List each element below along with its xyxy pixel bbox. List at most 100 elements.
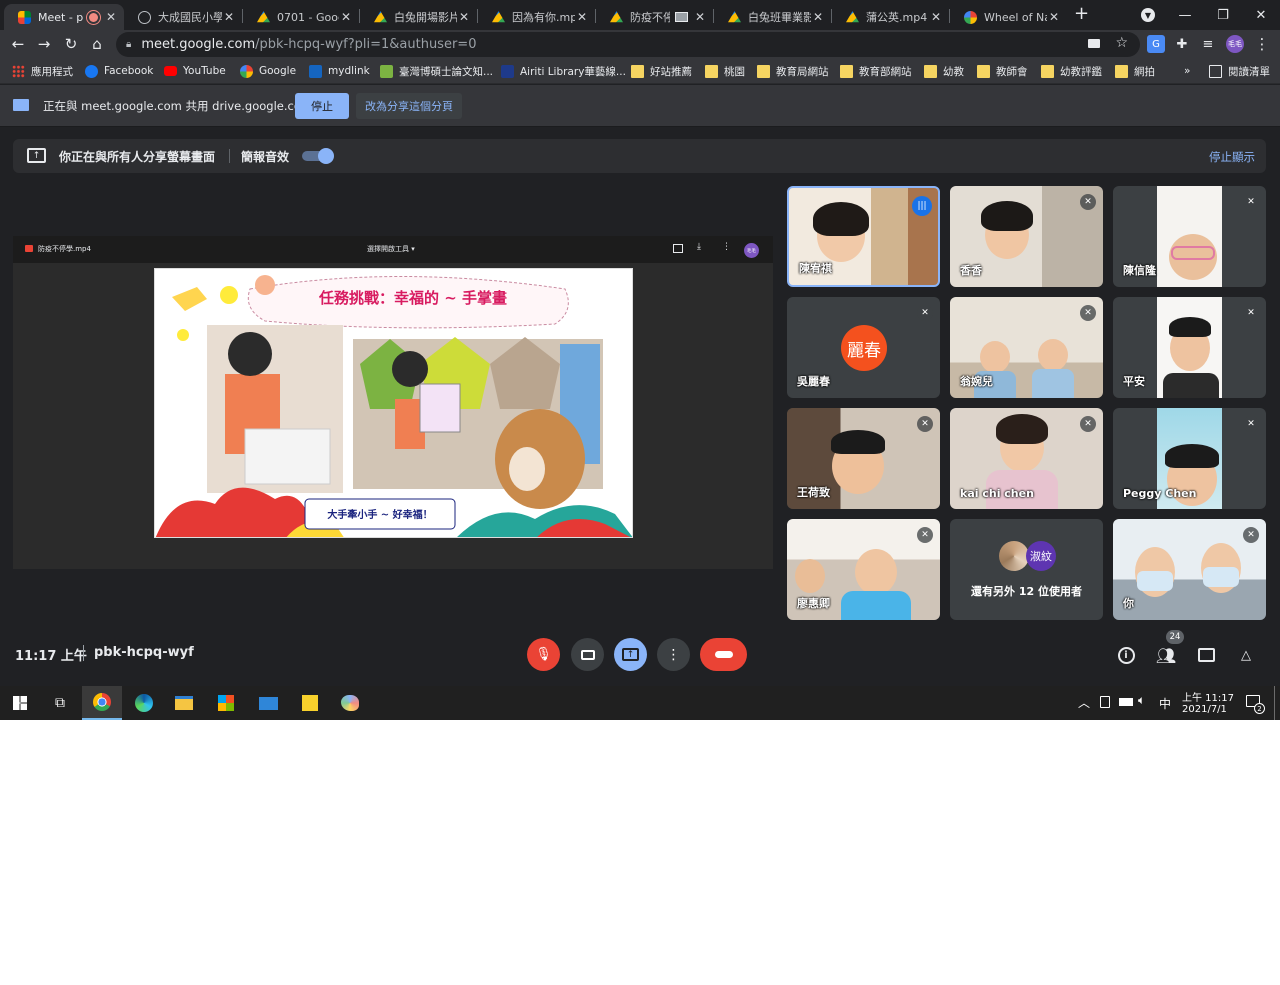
start-button[interactable] bbox=[0, 686, 40, 720]
close-tab-icon[interactable]: ✕ bbox=[222, 10, 236, 24]
present-now-button[interactable]: ↑ bbox=[614, 638, 647, 671]
bookmark-folder[interactable]: 好站推薦 bbox=[631, 63, 692, 79]
close-tab-icon[interactable]: ✕ bbox=[1047, 10, 1061, 24]
more-vert-icon[interactable]: ⋮ bbox=[722, 242, 731, 252]
download-icon[interactable]: ⤓ bbox=[697, 242, 701, 252]
stop-presenting-button[interactable]: 停止顯示 bbox=[1209, 149, 1255, 165]
share-this-tab-button[interactable]: 改為分享這個分頁 bbox=[356, 93, 462, 119]
maximize-button[interactable]: ❐ bbox=[1204, 0, 1242, 30]
participant-tile[interactable]: ||| 陳宥祺 bbox=[787, 186, 940, 287]
bookmark-apps[interactable]: 應用程式 bbox=[12, 63, 73, 79]
participant-tile[interactable]: ✕ 翁婉兒 bbox=[950, 297, 1103, 398]
chat-button[interactable] bbox=[1194, 643, 1218, 667]
bookmark-airiti[interactable]: Airiti Library華藝線... bbox=[501, 63, 626, 79]
participant-tile[interactable]: ✕ kai chi chen bbox=[950, 408, 1103, 509]
media-control-icon[interactable]: ≡ bbox=[1198, 34, 1218, 54]
tab-search-button[interactable]: ▼ bbox=[1129, 0, 1167, 30]
taskbar-store[interactable] bbox=[206, 686, 246, 720]
self-tile[interactable]: ✕ 你 bbox=[1113, 519, 1266, 620]
bookmark-thesis[interactable]: 臺灣博碩士論文知... bbox=[380, 63, 493, 79]
participant-tile[interactable]: ✕ Peggy Chen bbox=[1113, 408, 1266, 509]
participant-tile[interactable]: ✕ 廖惠卿 bbox=[787, 519, 940, 620]
microphone-button[interactable]: 🎙︎ bbox=[527, 638, 560, 671]
bookmark-google[interactable]: Google bbox=[240, 63, 296, 79]
tab-drive-because[interactable]: 因為有你.mp4 ✕ bbox=[478, 4, 595, 30]
address-bar[interactable]: 🔒︎ meet.google.com/pbk-hcpq-wyf?pli=1&au… bbox=[116, 32, 1140, 57]
open-with-dropdown[interactable]: 選擇開啟工具 ▾ bbox=[367, 244, 415, 254]
more-options-button[interactable]: ⋮ bbox=[657, 638, 690, 671]
tab-drive-graduation[interactable]: 白兔班畢業影 ✕ bbox=[714, 4, 831, 30]
close-tab-icon[interactable]: ✕ bbox=[339, 10, 353, 24]
translate-extension-icon[interactable]: G bbox=[1147, 35, 1165, 53]
forward-button[interactable]: → bbox=[34, 34, 54, 54]
taskbar-time[interactable]: 上午 11:17 bbox=[1182, 689, 1234, 704]
show-hidden-icons-chevron[interactable]: ︿ bbox=[1078, 694, 1090, 711]
more-bookmarks-button[interactable]: » bbox=[1184, 63, 1190, 79]
bookmark-folder[interactable]: 網拍 bbox=[1115, 63, 1155, 79]
minimize-button[interactable]: — bbox=[1166, 0, 1204, 30]
input-method-indicator[interactable]: 中 bbox=[1159, 695, 1171, 712]
close-tab-icon[interactable]: ✕ bbox=[929, 10, 943, 24]
show-desktop-button[interactable] bbox=[1274, 686, 1275, 720]
meeting-details-button[interactable]: i bbox=[1114, 643, 1138, 667]
bookmark-youtube[interactable]: YouTube bbox=[164, 63, 226, 79]
tab-drive-dandelion[interactable]: 蒲公英.mp4 - ✕ bbox=[832, 4, 949, 30]
taskbar-date[interactable]: 2021/7/1 bbox=[1182, 704, 1227, 715]
bookmark-folder[interactable]: 教育局網站 bbox=[757, 63, 829, 79]
reading-list-button[interactable]: 閱讀清單 bbox=[1209, 63, 1270, 79]
viewer-avatar[interactable]: 毛毛 bbox=[744, 243, 759, 258]
extensions-puzzle-icon[interactable]: ✚ bbox=[1172, 34, 1192, 54]
bookmark-folder[interactable]: 桃園 bbox=[705, 63, 745, 79]
back-button[interactable]: ← bbox=[8, 34, 28, 54]
people-button[interactable]: 👥︎ 24 bbox=[1154, 630, 1184, 667]
task-view-button[interactable]: ⧉ bbox=[40, 686, 80, 720]
profile-avatar[interactable]: 毛毛 bbox=[1226, 35, 1244, 53]
tab-meet[interactable]: Meet - pbk ✕ bbox=[4, 4, 124, 30]
add-to-drive-icon[interactable] bbox=[673, 244, 683, 253]
bookmark-facebook[interactable]: Facebook bbox=[85, 63, 153, 79]
close-tab-icon[interactable]: ✕ bbox=[104, 10, 118, 24]
taskbar-file-explorer[interactable] bbox=[164, 686, 204, 720]
activities-button[interactable]: △ bbox=[1234, 643, 1258, 667]
tab-wheel-of-names[interactable]: Wheel of Nam ✕ bbox=[950, 4, 1067, 30]
tab-drive-0701[interactable]: 0701 - Google ✕ bbox=[243, 4, 359, 30]
bookmark-label: 好站推薦 bbox=[650, 65, 692, 78]
tab-drive-epidemic[interactable]: 防疫不停 ✕ bbox=[596, 4, 713, 30]
taskbar-sticky-notes[interactable] bbox=[290, 686, 330, 720]
camera-button[interactable] bbox=[571, 638, 604, 671]
participant-tile[interactable]: ✕ 平安 bbox=[1113, 297, 1266, 398]
menu-kebab-icon[interactable]: ⋮ bbox=[1252, 34, 1272, 54]
close-window-button[interactable]: ✕ bbox=[1242, 0, 1280, 30]
bookmark-folder[interactable]: 幼教評鑑 bbox=[1041, 63, 1102, 79]
close-tab-icon[interactable]: ✕ bbox=[693, 10, 707, 24]
close-tab-icon[interactable]: ✕ bbox=[811, 10, 825, 24]
network-icon[interactable] bbox=[1100, 696, 1110, 708]
close-tab-icon[interactable]: ✕ bbox=[457, 10, 471, 24]
bookmark-folder[interactable]: 教師會 bbox=[977, 63, 1028, 79]
bookmark-folder[interactable]: 教育部網站 bbox=[840, 63, 912, 79]
participant-tile[interactable]: 麗春 ✕ 吳麗春 bbox=[787, 297, 940, 398]
reload-button[interactable]: ↻ bbox=[61, 34, 81, 54]
participant-tile[interactable]: ✕ 王荷致 bbox=[787, 408, 940, 509]
presentation-audio-toggle[interactable] bbox=[302, 148, 334, 164]
tab-school[interactable]: 大成國民小學 ✕ bbox=[124, 4, 242, 30]
participant-tile[interactable]: ✕ 陳信隆 bbox=[1113, 186, 1266, 287]
more-participants-tile[interactable]: 淑紋 還有另外 12 位使用者 bbox=[950, 519, 1103, 620]
taskbar-paint[interactable] bbox=[330, 686, 370, 720]
battery-icon[interactable] bbox=[1119, 698, 1133, 706]
taskbar-mail[interactable] bbox=[248, 686, 288, 720]
taskbar-chrome[interactable] bbox=[82, 686, 122, 720]
tab-drive-opening[interactable]: 白兔開場影片 ✕ bbox=[360, 4, 477, 30]
volume-icon[interactable]: 🔈︎ bbox=[1138, 693, 1145, 708]
new-tab-button[interactable]: + bbox=[1074, 5, 1092, 25]
taskbar-edge[interactable] bbox=[124, 686, 164, 720]
participant-tile[interactable]: ✕ 香香 bbox=[950, 186, 1103, 287]
leave-call-button[interactable] bbox=[700, 638, 747, 671]
close-tab-icon[interactable]: ✕ bbox=[575, 10, 589, 24]
bookmark-folder[interactable]: 幼教 bbox=[924, 63, 964, 79]
bookmark-star-icon[interactable]: ☆ bbox=[1115, 35, 1128, 51]
camera-in-use-icon[interactable] bbox=[1088, 39, 1100, 48]
home-button[interactable]: ⌂ bbox=[87, 34, 107, 54]
bookmark-mydlink[interactable]: mydlink bbox=[309, 63, 370, 79]
stop-sharing-button[interactable]: 停止 bbox=[295, 93, 349, 119]
